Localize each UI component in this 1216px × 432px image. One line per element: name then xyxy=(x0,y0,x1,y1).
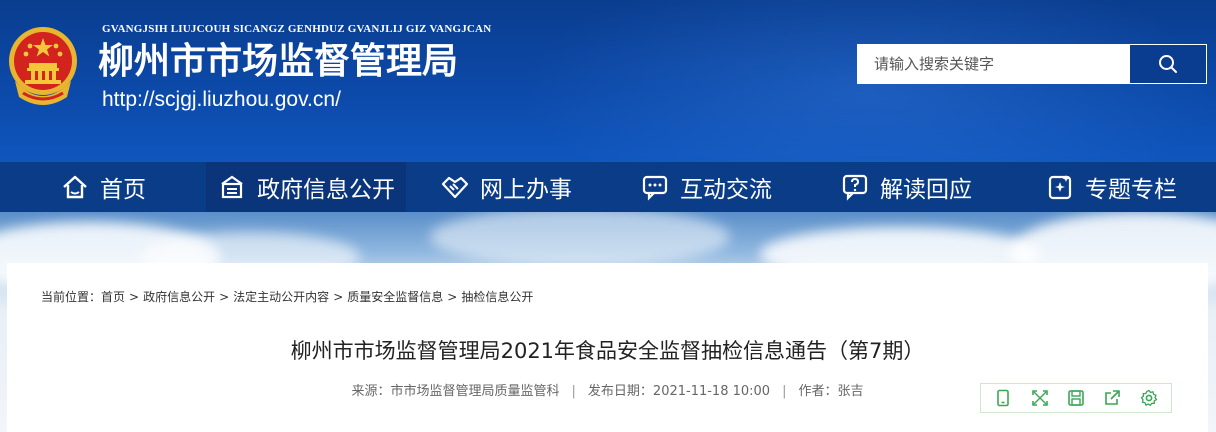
nav-item-interpretation[interactable]: 解读回应 xyxy=(806,162,1006,212)
meta-divider: | xyxy=(782,384,787,399)
site-url[interactable]: http://scjgj.liuzhou.gov.cn/ xyxy=(102,88,341,112)
breadcrumb-prefix: 当前位置： xyxy=(41,290,102,304)
breadcrumb-separator: > xyxy=(219,290,230,304)
author-value: 张吉 xyxy=(837,384,864,399)
search-input[interactable] xyxy=(858,45,1130,83)
nav-item-special-topics[interactable]: 专题专栏 xyxy=(1006,162,1216,212)
breadcrumb-separator: > xyxy=(333,290,344,304)
nav-label: 互动交流 xyxy=(680,177,772,203)
article-toolbar xyxy=(980,383,1172,413)
nav-item-info-public[interactable]: 政府信息公开 xyxy=(206,162,406,212)
search-icon xyxy=(1159,55,1177,73)
search-button[interactable] xyxy=(1130,45,1206,83)
meta-divider: | xyxy=(571,384,576,399)
breadcrumb-separator: > xyxy=(129,290,140,304)
settings-icon xyxy=(1140,389,1157,407)
question-bubble-icon xyxy=(840,172,870,202)
nav-label: 专题专栏 xyxy=(1085,177,1177,203)
site-subtitle: GVANGJSIH LIUJCOUH SICANGZ GENHDUZ GVANJ… xyxy=(102,23,492,35)
national-emblem-icon xyxy=(9,27,77,105)
content-card: 当前位置：首页 > 政府信息公开 > 法定主动公开内容 > 质量安全监督信息 > 抽检信息公开 … xyxy=(7,263,1208,432)
site-title[interactable]: 柳州市市场监督管理局 xyxy=(98,38,458,86)
date-value: 2021-11-18 10:00 xyxy=(652,384,771,399)
nav-label: 政府信息公开 xyxy=(257,177,395,203)
nav-item-interaction[interactable]: 互动交流 xyxy=(606,162,806,212)
author-label: 作者： xyxy=(798,384,838,399)
breadcrumb-item-statutory[interactable]: 法定主动公开内容 xyxy=(233,290,329,304)
source-value: 市市场监督管理局质量监管科 xyxy=(390,384,560,399)
article-title: 柳州市市场监督管理局2021年食品安全监督抽检信息通告（第7期） xyxy=(290,339,925,363)
breadcrumb-item-quality-safety[interactable]: 质量安全监督信息 xyxy=(347,290,443,304)
breadcrumb: 当前位置：首页 > 政府信息公开 > 法定主动公开内容 > 质量安全监督信息 > 抽检信息公开 xyxy=(41,288,533,305)
home-icon xyxy=(60,172,90,202)
settings-button[interactable] xyxy=(1138,387,1160,409)
phone-button[interactable] xyxy=(992,387,1014,409)
main-nav: 首页 政府信息公开 网上办事 互动交流 解读回应 专题专栏 xyxy=(0,162,1216,212)
phone-icon xyxy=(997,389,1009,407)
nav-label: 解读回应 xyxy=(880,177,972,203)
search-box xyxy=(857,44,1207,84)
fullscreen-button[interactable] xyxy=(1029,387,1051,409)
breadcrumb-item-info-public[interactable]: 政府信息公开 xyxy=(143,290,215,304)
date-label: 发布日期： xyxy=(587,384,653,399)
source-label: 来源： xyxy=(351,384,391,399)
breadcrumb-item-home[interactable]: 首页 xyxy=(101,290,125,304)
nav-item-home[interactable]: 首页 xyxy=(0,162,206,212)
save-button[interactable] xyxy=(1065,387,1087,409)
site-header: GVANGJSIH LIUJCOUH SICANGZ GENHDUZ GVANJ… xyxy=(0,0,1216,162)
sparkle-doc-icon xyxy=(1045,172,1075,202)
share-button[interactable] xyxy=(1101,387,1123,409)
nav-label: 网上办事 xyxy=(480,177,572,203)
fullscreen-icon xyxy=(1031,390,1048,406)
nav-label: 首页 xyxy=(100,177,146,203)
handshake-icon xyxy=(440,172,470,202)
breadcrumb-separator: > xyxy=(447,290,458,304)
info-public-icon xyxy=(217,172,247,202)
save-icon xyxy=(1068,390,1084,406)
share-icon xyxy=(1105,390,1121,405)
breadcrumb-item-inspection[interactable]: 抽检信息公开 xyxy=(461,290,533,304)
chat-icon xyxy=(640,172,670,202)
nav-item-online-service[interactable]: 网上办事 xyxy=(406,162,606,212)
